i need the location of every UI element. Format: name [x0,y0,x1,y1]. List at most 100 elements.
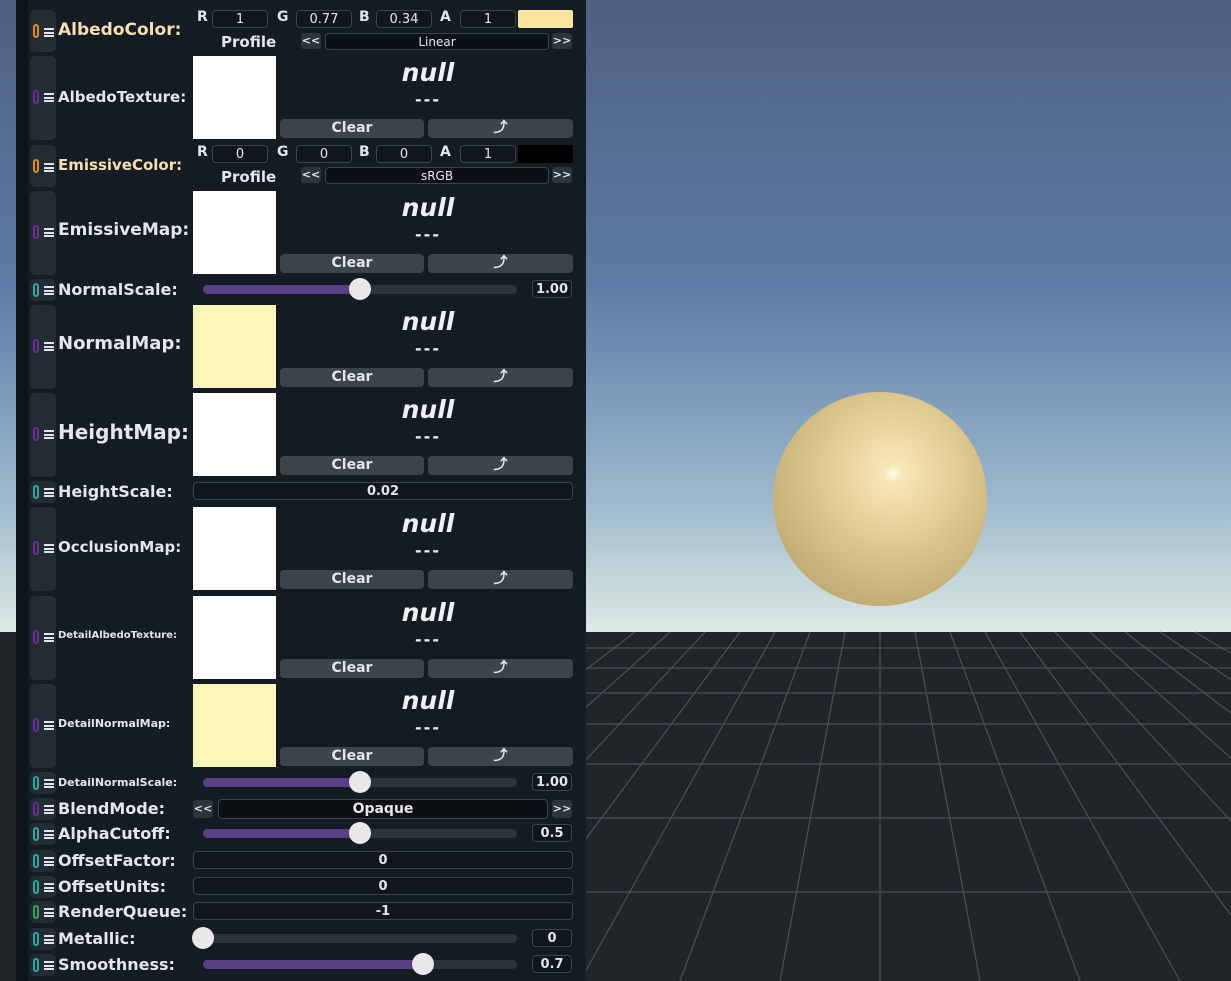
slider-knob[interactable] [192,927,214,949]
alpha-cutoff-slider[interactable] [203,822,517,844]
open-texture-button[interactable]: ⤴ [428,570,573,589]
drag-handle[interactable] [30,145,56,187]
drag-handle[interactable] [30,876,56,898]
clear-button[interactable]: Clear [280,747,424,766]
slider-knob[interactable] [349,822,371,844]
render-queue-input[interactable]: -1 [193,902,573,920]
cyan-connector-icon [33,283,39,297]
color-swatch[interactable] [518,10,573,28]
metallic-slider[interactable] [192,927,517,949]
cyan-connector-icon [33,932,39,946]
normal-scale-slider[interactable] [203,278,517,300]
drag-handle[interactable] [30,279,56,301]
purple-connector-icon [33,90,39,104]
g-label: G [277,144,289,160]
open-arrow-icon: ⤴ [493,660,508,676]
drag-handle[interactable] [30,823,56,845]
clear-button[interactable]: Clear [280,254,424,273]
offset-units-row: OffsetUnits: 0 [28,875,586,899]
open-texture-button[interactable]: ⤴ [428,254,573,273]
profile-label: Profile [221,168,277,186]
value-field[interactable]: 0.7 [532,955,572,973]
b-input[interactable]: 0 [376,145,432,163]
color-swatch[interactable] [518,145,573,163]
blend-mode-row: BlendMode: << Opaque >> [28,797,586,821]
next-blend-mode-button[interactable]: >> [552,800,572,818]
g-input[interactable]: 0 [296,145,352,163]
drag-handle[interactable] [30,850,56,872]
clear-button[interactable]: Clear [280,119,424,138]
slider-knob[interactable] [349,771,371,793]
open-texture-button[interactable]: ⤴ [428,747,573,766]
drag-handle[interactable] [30,191,56,275]
a-label: A [440,9,451,25]
green-connector-icon [33,905,39,919]
prev-profile-button[interactable]: << [301,33,321,49]
b-input[interactable]: 0.34 [376,10,432,28]
clear-button[interactable]: Clear [280,456,424,475]
g-input[interactable]: 0.77 [296,10,352,28]
open-texture-button[interactable]: ⤴ [428,368,573,387]
drag-handle[interactable] [30,772,56,794]
open-arrow-icon: ⤴ [493,120,508,136]
blend-mode-field[interactable]: Opaque [218,799,548,819]
drag-handle[interactable] [30,393,56,477]
open-texture-button[interactable]: ⤴ [428,119,573,138]
texture-thumbnail[interactable] [193,56,276,139]
drag-handle[interactable] [30,684,56,768]
drag-handle[interactable] [30,10,56,52]
color-profile-field[interactable]: sRGB [325,167,549,184]
drag-handle[interactable] [30,481,56,503]
a-input[interactable]: 1 [460,145,516,163]
field-label: Smoothness: [58,955,175,974]
next-profile-button[interactable]: >> [552,167,572,183]
open-texture-button[interactable]: ⤴ [428,456,573,475]
texture-info: --- [415,427,441,446]
offset-factor-input[interactable]: 0 [193,851,573,869]
clear-button[interactable]: Clear [280,570,424,589]
field-label: EmissiveMap: [58,220,190,240]
purple-connector-icon [33,225,39,239]
color-profile-field[interactable]: Linear [325,33,549,50]
field-label: OffsetFactor: [58,851,176,870]
drag-handle[interactable] [30,507,56,591]
r-input[interactable]: 1 [212,10,268,28]
texture-thumbnail[interactable] [193,596,276,679]
detail-normal-scale-slider[interactable] [203,771,517,793]
prev-profile-button[interactable]: << [301,167,321,183]
drag-handle[interactable] [30,798,56,820]
hamburger-icon [44,28,54,37]
slider-knob[interactable] [349,278,371,300]
texture-thumbnail[interactable] [193,305,276,388]
texture-thumbnail[interactable] [193,393,276,476]
open-texture-button[interactable]: ⤴ [428,659,573,678]
prev-blend-mode-button[interactable]: << [193,800,213,818]
next-profile-button[interactable]: >> [552,33,572,49]
value-field[interactable]: 0.5 [532,824,572,842]
clear-button[interactable]: Clear [280,659,424,678]
cyan-connector-icon [33,485,39,499]
hamburger-icon [44,430,54,439]
drag-handle[interactable] [30,56,56,140]
slider-knob[interactable] [411,953,434,975]
offset-units-input[interactable]: 0 [193,877,573,895]
drag-handle[interactable] [30,928,56,950]
value-field[interactable]: 1.00 [532,280,572,298]
drag-handle[interactable] [30,954,56,976]
drag-handle[interactable] [30,596,56,680]
texture-name: null [401,307,455,336]
hamburger-icon [44,93,54,102]
texture-thumbnail[interactable] [193,507,276,590]
value-field[interactable]: 1.00 [532,773,572,791]
hamburger-icon [44,961,54,970]
smoothness-slider[interactable] [203,953,517,975]
height-scale-input[interactable]: 0.02 [193,482,573,500]
a-input[interactable]: 1 [460,10,516,28]
texture-thumbnail[interactable] [193,191,276,274]
texture-thumbnail[interactable] [193,684,276,767]
value-field[interactable]: 0 [532,929,572,947]
drag-handle[interactable] [30,901,56,923]
drag-handle[interactable] [30,305,56,389]
clear-button[interactable]: Clear [280,368,424,387]
r-input[interactable]: 0 [212,145,268,163]
